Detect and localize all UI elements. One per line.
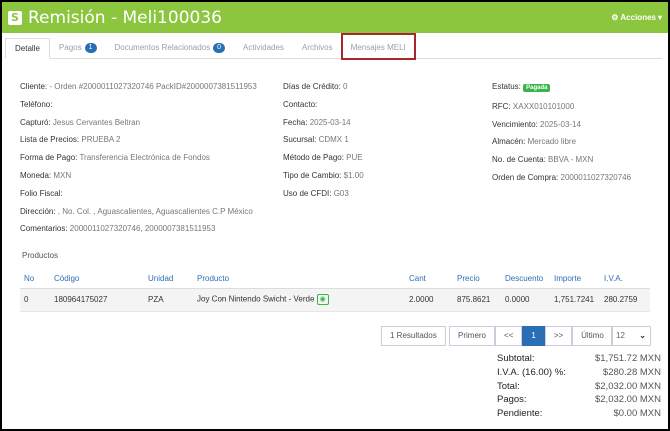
first-page-button[interactable]: Primero xyxy=(449,326,496,346)
field-no-cuenta: No. de Cuenta: BBVA - MXN xyxy=(492,155,594,165)
cell-iva: 280.2759 xyxy=(600,288,650,312)
tab-detalle[interactable]: Detalle xyxy=(5,38,50,59)
col-importe[interactable]: Importe xyxy=(550,269,600,289)
pagination: Primero << 1 >> Último xyxy=(449,326,613,346)
col-iva[interactable]: I.V.A. xyxy=(600,269,650,289)
page-button-current[interactable]: 1 xyxy=(522,326,545,346)
app-header: S Remisión - Meli100036 ⚙ Acciones ▾ xyxy=(2,2,668,33)
tab-archivos[interactable]: Archivos xyxy=(293,38,342,58)
col-unidad[interactable]: Unidad xyxy=(144,269,193,289)
cell-cant: 2.0000 xyxy=(405,288,453,312)
field-sucursal: Sucursal: CDMX 1 xyxy=(283,135,349,145)
status-badge: Pagada xyxy=(523,84,551,92)
total-total: Total: $2,032.00 MXN xyxy=(497,380,661,392)
field-rfc: RFC: XAXX010101000 xyxy=(492,101,575,111)
products-heading: Productos xyxy=(22,251,59,260)
cell-codigo: 180964175027 xyxy=(50,288,144,312)
field-folio-fiscal: Folio Fiscal: xyxy=(20,188,63,198)
tab-actividades[interactable]: Actividades xyxy=(234,38,293,58)
field-fecha: Fecha: 2025-03-14 xyxy=(283,117,351,127)
window: S Remisión - Meli100036 ⚙ Acciones ▾ Det… xyxy=(2,2,668,429)
field-dias-credito: Días de Crédito: 0 xyxy=(283,82,348,91)
page-size-select[interactable]: 12 ⌄ xyxy=(611,326,651,346)
field-moneda: Moneda: MXN xyxy=(20,170,72,180)
col-no[interactable]: No xyxy=(20,269,50,289)
cell-unidad: PZA xyxy=(144,288,193,312)
app-logo-icon: S xyxy=(8,10,22,25)
field-almacen: Almacén: Mercado libre xyxy=(492,137,577,147)
gear-icon: ⚙ xyxy=(611,13,619,22)
prev-page-button[interactable]: << xyxy=(495,326,523,346)
cell-precio: 875.8621 xyxy=(453,288,501,312)
field-metodo-pago: Método de Pago: PUE xyxy=(283,153,363,163)
field-uso-cfdi: Uso de CFDI: G03 xyxy=(283,188,349,198)
products-table: No Código Unidad Producto Cant Precio De… xyxy=(20,269,650,312)
cell-descuento: 0.0000 xyxy=(501,288,550,312)
count-badge: 1 xyxy=(84,43,97,53)
field-vencimiento: Vencimiento: 2025-03-14 xyxy=(492,119,581,129)
total-subtotal: Subtotal: $1,751.72 MXN xyxy=(497,353,661,364)
field-comentarios: Comentarios: 2000011027320746, 200000738… xyxy=(20,224,216,234)
col-cant[interactable]: Cant xyxy=(405,269,453,289)
field-cliente: Cliente: - Orden #2000011027320746 PackI… xyxy=(20,82,257,91)
col-precio[interactable]: Precio xyxy=(453,269,501,289)
field-telefono: Teléfono: xyxy=(20,99,53,109)
field-forma-pago: Forma de Pago: Transferencia Electrónica… xyxy=(20,153,210,163)
table-row: 0 180964175027 PZA Joy Con Nintendo Swic… xyxy=(20,288,650,312)
page-title: Remisión - Meli100036 xyxy=(28,7,222,28)
count-badge: 0 xyxy=(213,43,226,53)
col-producto[interactable]: Producto xyxy=(193,269,405,289)
caret-down-icon: ▾ xyxy=(657,13,662,22)
info-column-right: Estatus: Pagada RFC: XAXX010101000 Venci… xyxy=(492,78,631,187)
tab-mensajes-meli[interactable]: Mensajes MELI xyxy=(340,33,416,60)
totals-summary: Subtotal: $1,751.72 MXN I.V.A. (16.00) %:… xyxy=(497,352,661,421)
field-direccion: Dirección: , No. Col. , Aguascalientes, … xyxy=(20,206,253,216)
field-estatus: Estatus: Pagada xyxy=(492,78,631,98)
total-pagos: Pagos: $2,032.00 MXN xyxy=(497,394,661,406)
info-column-middle: Días de Crédito: 0 Contacto: Fecha: 2025… xyxy=(283,78,364,203)
field-orden-compra: Orden de Compra: 2000011027320746 xyxy=(492,172,632,182)
info-column-left: Cliente: - Orden #2000011027320746 PackI… xyxy=(20,78,257,238)
field-lista-precios: Lista de Precios: PRUEBA 2 xyxy=(20,135,121,145)
col-codigo[interactable]: Código xyxy=(50,269,144,289)
cell-no: 0 xyxy=(20,288,50,312)
eye-icon[interactable]: ◉ xyxy=(316,294,329,305)
col-descuento[interactable]: Descuento xyxy=(501,269,550,289)
chevron-down-icon: ⌄ xyxy=(639,331,646,340)
results-count: 1 Resultados xyxy=(381,326,446,346)
cell-producto: Joy Con Nintendo Swicht - Verde ◉ xyxy=(193,288,405,312)
tab-pagos[interactable]: Pagos 1 xyxy=(50,38,106,58)
next-page-button[interactable]: >> xyxy=(544,326,573,346)
last-page-button[interactable]: Último xyxy=(572,326,613,346)
actions-button[interactable]: ⚙ Acciones ▾ xyxy=(611,13,662,22)
total-pendiente: Pendiente: $0.00 MXN xyxy=(497,408,661,420)
cell-importe: 1,751.7241 xyxy=(550,288,600,312)
tab-bar: Detalle Pagos 1 Documentos Relacionados 0 … xyxy=(5,33,662,60)
field-capturo: Capturó: Jesus Cervantes Beltran xyxy=(20,117,141,127)
total-iva: I.V.A. (16.00) %: $280.28 MXN xyxy=(497,366,661,378)
field-contacto: Contacto: xyxy=(283,99,318,109)
field-tipo-cambio: Tipo de Cambio: $1.00 xyxy=(283,170,364,180)
table-header-row: No Código Unidad Producto Cant Precio De… xyxy=(20,269,650,289)
tab-documentos-relacionados[interactable]: Documentos Relacionados 0 xyxy=(106,38,235,58)
